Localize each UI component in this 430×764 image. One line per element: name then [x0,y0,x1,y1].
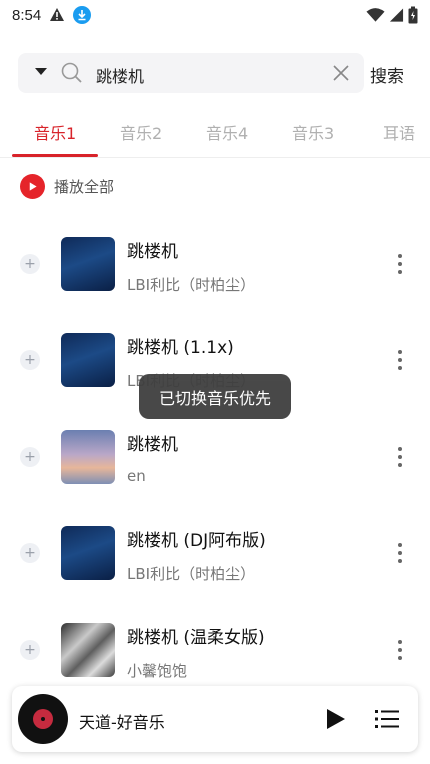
song-title: 跳楼机 [127,435,178,455]
cell-signal-icon [389,8,404,22]
add-to-playlist-icon[interactable]: + [20,640,40,660]
song-row[interactable]: + 跳楼机 LBI利比（时柏尘） [0,215,430,311]
album-cover [61,237,115,291]
search-icon [61,62,82,83]
source-dropdown-icon[interactable] [35,68,47,75]
song-row[interactable]: + 跳楼机 (温柔女版) 小馨饱饱 [0,601,430,697]
album-disc-icon[interactable] [18,694,68,744]
more-options-icon[interactable] [397,447,403,467]
add-to-playlist-icon[interactable]: + [20,254,40,274]
source-tabs: 音乐1 音乐2 音乐4 音乐3 耳语 [0,116,430,156]
song-row[interactable]: + 跳楼机 (DJ阿布版) LBI利比（时柏尘） [0,504,430,600]
status-time: 8:54 [12,6,42,24]
play-all-button[interactable]: 播放全部 [20,174,114,199]
song-row[interactable]: + 跳楼机 en [0,408,430,504]
song-artist: 小馨饱饱 [127,662,188,680]
song-title: 跳楼机 (DJ阿布版) [127,531,266,551]
playlist-icon[interactable] [375,708,399,730]
song-artist: en [127,467,146,485]
tabs-divider [0,157,430,158]
play-all-label: 播放全部 [54,178,115,196]
add-to-playlist-icon[interactable]: + [20,543,40,563]
song-title: 跳楼机 (温柔女版) [127,628,265,648]
battery-icon [408,6,418,24]
toast-message: 已切换音乐优先 [139,374,291,419]
more-options-icon[interactable] [397,640,403,660]
wifi-icon [366,8,385,22]
more-options-icon[interactable] [397,543,403,563]
status-bar: 8:54 [0,0,430,30]
song-title: 跳楼机 [127,242,178,262]
tab-whisper[interactable]: 耳语 [383,120,415,144]
song-artist: LBI利比（时柏尘） [127,565,256,583]
tab-music1[interactable]: 音乐1 [34,120,76,144]
play-all-icon [20,174,45,199]
album-cover [61,623,115,677]
more-options-icon[interactable] [397,254,403,274]
tab-music4[interactable]: 音乐4 [206,120,248,144]
clear-icon[interactable] [332,64,350,82]
warning-icon [50,8,65,21]
status-indicators [366,6,418,24]
more-options-icon[interactable] [397,350,403,370]
album-cover [61,526,115,580]
play-icon[interactable] [324,708,346,730]
album-cover [61,333,115,387]
song-title: 跳楼机 (1.1x) [127,338,234,358]
download-icon [73,6,92,24]
search-button[interactable]: 搜索 [370,62,404,87]
song-artist: LBI利比（时柏尘） [127,276,256,294]
now-playing-title[interactable]: 天道-好音乐 [79,709,165,733]
tab-music2[interactable]: 音乐2 [120,120,162,144]
tab-music3[interactable]: 音乐3 [292,120,334,144]
album-cover [61,430,115,484]
search-input[interactable]: 跳楼机 [96,63,144,87]
search-bar[interactable]: 跳楼机 [18,53,364,93]
add-to-playlist-icon[interactable]: + [20,447,40,467]
mini-player[interactable]: 天道-好音乐 [12,686,418,752]
add-to-playlist-icon[interactable]: + [20,350,40,370]
